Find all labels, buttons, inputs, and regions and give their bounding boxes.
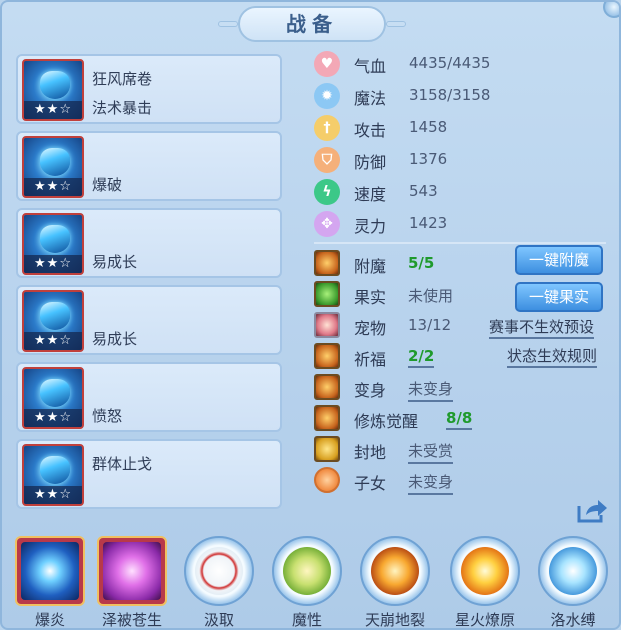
blessing-icon bbox=[314, 343, 340, 369]
child-icon bbox=[314, 467, 340, 493]
wildfire-skill-icon bbox=[461, 547, 509, 595]
title-wing-right bbox=[386, 21, 406, 27]
fief-icon bbox=[314, 436, 340, 462]
equip-necklace-icon: ★★☆ bbox=[22, 213, 84, 275]
transform-icon bbox=[314, 374, 340, 400]
skill-zebeicangsheng[interactable] bbox=[97, 536, 167, 606]
title-wing-left bbox=[218, 21, 238, 27]
skill-xinghuoliaoyuan[interactable] bbox=[450, 536, 520, 606]
battle-prep-panel: 战备 ★★☆ 狂风席卷 法术暴击 ★★☆ 爆破 ★★☆ 易成长 ★★☆ 易成长 … bbox=[0, 0, 621, 630]
equip-effect: 法术暴击 bbox=[92, 99, 153, 117]
share-icon[interactable] bbox=[576, 498, 608, 524]
panel-title-text: 战备 bbox=[286, 12, 338, 36]
heart-icon: ♥ bbox=[314, 51, 340, 77]
equip-card-5[interactable]: ★★☆ 愤怒 bbox=[16, 362, 282, 432]
skill-label: 魔性 bbox=[291, 611, 322, 629]
blessing-hand-skill-icon bbox=[103, 542, 161, 600]
skill-label: 洛水缚 bbox=[550, 611, 596, 629]
sword-icon: † bbox=[314, 115, 340, 141]
equip-name: 狂风席卷 bbox=[92, 70, 153, 88]
one-click-enchant-button[interactable]: 一键附魔 bbox=[515, 245, 603, 275]
close-orb-icon[interactable] bbox=[603, 2, 619, 18]
equip-card-6[interactable]: ★★☆ 群体止戈 bbox=[16, 439, 282, 509]
skill-label: 汲取 bbox=[203, 611, 234, 629]
equip-effect: 易成长 bbox=[92, 330, 138, 348]
skill-jiqu[interactable] bbox=[184, 536, 254, 606]
fruit-icon bbox=[314, 281, 340, 307]
earthquake-skill-icon bbox=[371, 547, 419, 595]
water-bind-skill-icon bbox=[549, 547, 597, 595]
demon-nature-skill-icon bbox=[283, 547, 331, 595]
equip-helmet-icon: ★★☆ bbox=[22, 136, 84, 198]
skill-moxing[interactable] bbox=[272, 536, 342, 606]
equip-name: 群体止戈 bbox=[92, 455, 153, 473]
skill-tianbengdilie[interactable] bbox=[360, 536, 430, 606]
cultivation-icon bbox=[314, 405, 340, 431]
skill-label: 爆炎 bbox=[34, 611, 65, 629]
skill-label: 星火燎原 bbox=[454, 611, 515, 629]
mana-icon: ✹ bbox=[314, 83, 340, 109]
panel-title: 战备 bbox=[218, 6, 406, 42]
equip-card-1[interactable]: ★★☆ 狂风席卷 法术暴击 bbox=[16, 54, 282, 124]
explosion-skill-icon bbox=[21, 542, 79, 600]
status-rules-link[interactable]: 状态生效规则 bbox=[507, 345, 598, 368]
equip-weapon-icon: ★★☆ bbox=[22, 59, 84, 121]
shield-icon: ⛉ bbox=[314, 147, 340, 173]
spirit-icon: ✥ bbox=[314, 211, 340, 237]
equip-effect: 易成长 bbox=[92, 253, 138, 271]
equip-effect: 爆破 bbox=[92, 176, 123, 194]
event-preset-link[interactable]: 赛事不生效预设 bbox=[489, 316, 595, 339]
one-click-fruit-button[interactable]: 一键果实 bbox=[515, 282, 603, 312]
equip-boots-icon: ★★☆ bbox=[22, 444, 84, 506]
skill-baoyan[interactable] bbox=[15, 536, 85, 606]
absorb-skill-icon bbox=[195, 547, 243, 595]
equip-armor-icon: ★★☆ bbox=[22, 290, 84, 352]
enchant-icon bbox=[314, 250, 340, 276]
skill-label: 天崩地裂 bbox=[364, 611, 425, 629]
skill-label: 泽被苍生 bbox=[101, 611, 162, 629]
divider bbox=[314, 242, 606, 244]
equip-card-3[interactable]: ★★☆ 易成长 bbox=[16, 208, 282, 278]
skill-luoshuifu[interactable] bbox=[538, 536, 608, 606]
equip-card-4[interactable]: ★★☆ 易成长 bbox=[16, 285, 282, 355]
equip-effect: 愤怒 bbox=[92, 407, 123, 425]
equip-card-2[interactable]: ★★☆ 爆破 bbox=[16, 131, 282, 201]
pet-avatar-icon bbox=[314, 312, 340, 338]
lightning-icon: ϟ bbox=[314, 179, 340, 205]
equip-belt-icon: ★★☆ bbox=[22, 367, 84, 429]
